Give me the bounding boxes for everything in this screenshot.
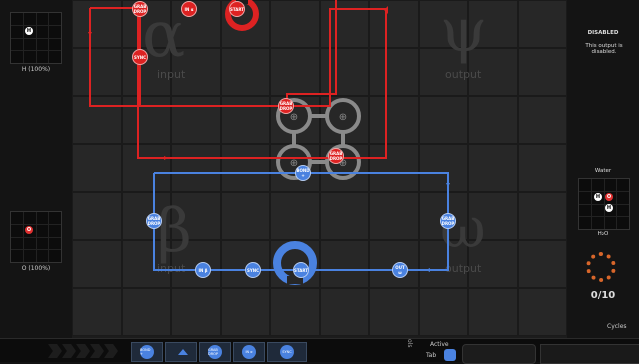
blue-instruction-sync[interactable]: SYNC [245, 262, 261, 278]
reactor-board[interactable]: α input ψ output β input ω output ⊕ ⊕ ⊕ ⊕ [72, 0, 567, 338]
blue-instruction-grab-drop-2[interactable]: GRAB DROP [440, 213, 456, 229]
target-atom-h1-icon: H [594, 193, 602, 201]
cycles-panel [540, 344, 639, 364]
output-status-text: This output is disabled. [585, 43, 623, 55]
alpha-molecule-preview [10, 12, 62, 64]
target-atom-o-icon: O [605, 193, 613, 201]
scroll-chevron-icon[interactable] [62, 344, 76, 358]
red-instruction-in-alpha[interactable]: IN α [181, 1, 197, 17]
tools-label: ols [406, 339, 413, 348]
waldo-paths: ⊕ ⊕ ⊕ ⊕ [88, 0, 450, 285]
target-molecule-preview [578, 178, 630, 230]
palette-bond-button[interactable]: BOND + [131, 342, 163, 362]
scroll-chevron-icon[interactable] [48, 344, 62, 358]
blue-instruction-in-beta[interactable]: IN β [195, 262, 211, 278]
output-status-title: DISABLED [587, 30, 619, 36]
progress-counter: 0/10 [590, 290, 616, 301]
palette-arrow-button[interactable] [165, 342, 197, 362]
target-atom-h2-icon: H [605, 204, 613, 212]
scroll-chevron-icon[interactable] [76, 344, 90, 358]
progress-dial-icon [586, 252, 616, 282]
palette-grab-drop-button[interactable]: GRAB DROP [199, 342, 231, 362]
beta-molecule-label: O (100%) [21, 265, 51, 272]
blue-instruction-bond[interactable]: BOND + [295, 165, 311, 181]
red-instruction-start[interactable]: START [229, 1, 245, 17]
target-formula: H₂O [597, 231, 609, 237]
blue-waldo-path [153, 172, 449, 271]
alpha-atom-icon: H [25, 27, 33, 35]
beta-atom-icon: O [25, 226, 33, 234]
active-toggle[interactable] [444, 349, 456, 361]
blue-instruction-grab-drop[interactable]: GRAB DROP [146, 213, 162, 229]
scroll-chevron-icon[interactable] [90, 344, 104, 358]
palette-sync-button[interactable]: SYNC [267, 342, 307, 362]
red-instruction-grab-drop-3[interactable]: GRAB DROP [328, 148, 344, 164]
svg-text:⊕: ⊕ [339, 112, 347, 123]
svg-text:⊕: ⊕ [290, 112, 298, 123]
red-instruction-grab-drop-2[interactable]: GRAB DROP [278, 98, 294, 114]
blue-instruction-start[interactable]: START [293, 262, 309, 278]
cycles-label: Cycles [607, 323, 627, 330]
active-label: Active [430, 341, 449, 348]
red-instruction-grab-drop[interactable]: GRAB DROP [132, 1, 148, 17]
up-arrow-icon [178, 349, 188, 355]
beta-molecule-preview [10, 211, 62, 263]
alpha-molecule-label: H (100%) [21, 66, 51, 73]
palette-in-alpha-button[interactable]: IN α [233, 342, 265, 362]
blue-instruction-out-omega[interactable]: OUT ω [392, 262, 408, 278]
run-control-button[interactable] [462, 344, 536, 364]
red-instruction-sync[interactable]: SYNC [132, 49, 148, 65]
target-molecule-title: Water [594, 168, 612, 174]
scroll-chevron-icon[interactable] [104, 344, 118, 358]
left-panel: H H (100%) O O (100%) [0, 0, 72, 358]
instruction-toolbar: BOND + GRAB DROP IN α SYNC ols Active Ta… [0, 338, 639, 364]
tab-label: Tab [426, 352, 437, 359]
